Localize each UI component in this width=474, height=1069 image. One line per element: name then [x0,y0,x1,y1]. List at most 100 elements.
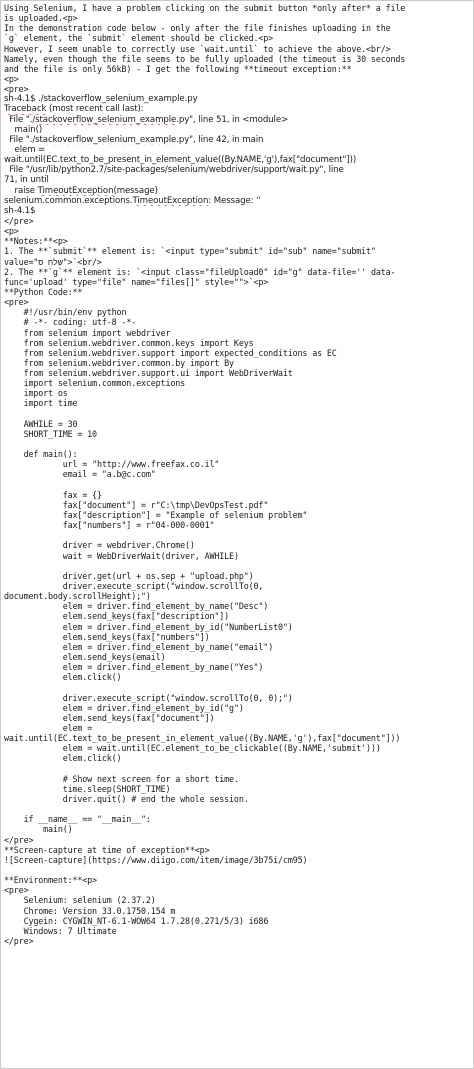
spellcheck-flagged-word: elem.click [62,753,112,764]
text-run: import Keys [194,337,254,348]
text-line [4,409,471,419]
text-run: (driver, AWHILE) [160,550,239,561]
text-run: selenium.common.exceptions. [4,195,133,206]
text-line: fax["description"] = "Example of seleniu… [4,510,471,520]
text-line: elem.click() [4,672,471,682]
text-run [4,753,63,763]
text-line: </pre> [4,216,471,226]
spellcheck-flagged-word: 3b75i [253,854,279,865]
text-line: </pre> [4,835,471,845]
spellcheck-flagged-word: CYGWIN_NT-6.1-WOW64 [62,915,156,926]
text-run: (fax["numbers"]) [131,631,210,642]
text-line: selenium.common.exceptions.TimeoutExcept… [4,196,471,206]
text-run: 1.7.28(0.271/5/3) [155,915,249,926]
text-line [4,480,471,490]
text-run: ) [302,854,308,865]
text-run: <pre> [4,297,29,308]
text-line: ![Screen-capture](https://www.diigo.com/… [4,855,471,865]
document-text-area[interactable]: Using Selenium, I have a problem clickin… [0,0,474,1069]
text-line: driver = webdriver.Chrome() [4,540,471,550]
text-run: () [111,753,122,764]
text-line: fax = {} [4,490,471,500]
text-run: import expected_conditions as EC [175,347,337,358]
text-line: # -*- coding: utf-8 -*- [4,317,471,327]
text-line: Cygein: CYGWIN_NT-6.1-WOW64 1.7.28(0.271… [4,916,471,926]
text-run: + " [175,570,195,581]
text-run: " [263,499,269,510]
text-run: sh-4.1$ ./ [4,94,44,105]
text-line: url = "http://www.freefax.co.il" [4,459,471,469]
text-run: In the demonstration code below - only a… [4,23,391,34]
text-run [4,622,63,632]
text-run: : Message: '' [208,195,261,206]
text-line: <pre> [4,885,471,895]
spellcheck-flagged-word: elem.send_keys [62,712,132,723]
spellcheck-flagged-word: element_to_be_clickable [165,743,278,754]
spellcheck-flagged-word: webdriver [126,327,171,338]
text-run: # -*- coding: [4,317,93,328]
spellcheck-flagged-word: wait.py [288,165,320,176]
spellcheck-flagged-word: www.diigo.com [131,854,195,865]
text-run: (fax["document"]) [131,712,215,723]
text-run: python [92,307,127,318]
text-run: = [82,722,93,733]
text-run: raise [4,185,38,196]
text-run [4,459,63,469]
text-line: File "/usr/lib/python2.7/site-packages/s… [4,165,471,175]
text-line: elem = driver.find_element_by_name("emai… [4,642,471,652]
text-line: import time [4,398,471,408]
text-run [4,611,63,621]
spellcheck-flagged-word: elem.send_keys [62,611,132,622]
text-line: func='upload' type="file" name="files[]"… [4,277,471,287]
spellcheck-flagged-word: elem.click [62,672,112,683]
text-run: /bin/ [52,307,78,318]
text-run: driver.get( [4,570,117,581]
text-line: from selenium.webdriver.common.keys impo… [4,338,471,348]
text-run: value=" [4,256,39,267]
text-line: # Show next screen for a short time. [4,774,471,784]
text-line [4,764,471,774]
text-run: time.sleep(SHORT_TIME) [4,783,171,794]
text-run: import selenium.common.exceptions [4,378,186,389]
text-line: elem = [4,723,471,733]
spellcheck-flagged-word: timeout [253,63,288,74]
text-line: from selenium.webdriver.support import e… [4,348,471,358]
text-run: from selenium import [4,327,127,338]
text-run [4,672,63,682]
text-line: `g` element, the `submit` element should… [4,33,471,43]
text-run: `g` element, the `submit` element should… [4,33,274,44]
text-line: import selenium.common.exceptions [4,378,471,388]
text-run [4,743,63,753]
text-run [4,632,63,642]
text-run: = [35,144,46,155]
text-line: Traceback (most recent call last): [4,104,471,114]
text-run: /item/image/ [194,854,254,865]
text-run: <pre> [4,84,29,95]
text-run: <p> [4,226,19,237]
text-run: (0, [248,581,264,592]
text-run: from [4,357,49,368]
spellcheck-flagged-word: selenium.webdriver.common.keys [48,337,195,348]
text-run [4,652,63,662]
text-run [4,662,63,672]
text-run: File "./ [4,114,36,125]
text-run: ">`<br/> [62,256,102,267]
spellcheck-flagged-word: window.scrollTo [175,692,249,703]
spellcheck-flagged-word: elem [62,743,83,754]
text-run: = driver.find_element_by_name("Desc") [82,601,269,612]
text-run: <pre> [4,885,29,896]
text-run: = driver.find_element_by_name("email") [82,641,274,652]
text-run: exception:** [287,63,352,74]
spellcheck-flagged-word: webdriver.Chrome [106,540,186,551]
text-run: import time [4,398,78,409]
text-run: is 30 seconds [336,53,406,64]
text-run [4,642,63,652]
text-run: (message) [113,185,158,196]
text-line: wait.until(EC.text_to_be_present_in_elem… [4,733,471,743]
text-line: value="שלח ס">`<br/> [4,257,471,267]
spellcheck-flagged-word: elem [62,662,83,673]
text-run: File "./ [4,134,36,145]
text-run: fax["numbers"] = r"04-000-0001" [4,520,215,531]
text-run [4,916,24,926]
text-run: AWHILE = 30 [4,418,78,429]
